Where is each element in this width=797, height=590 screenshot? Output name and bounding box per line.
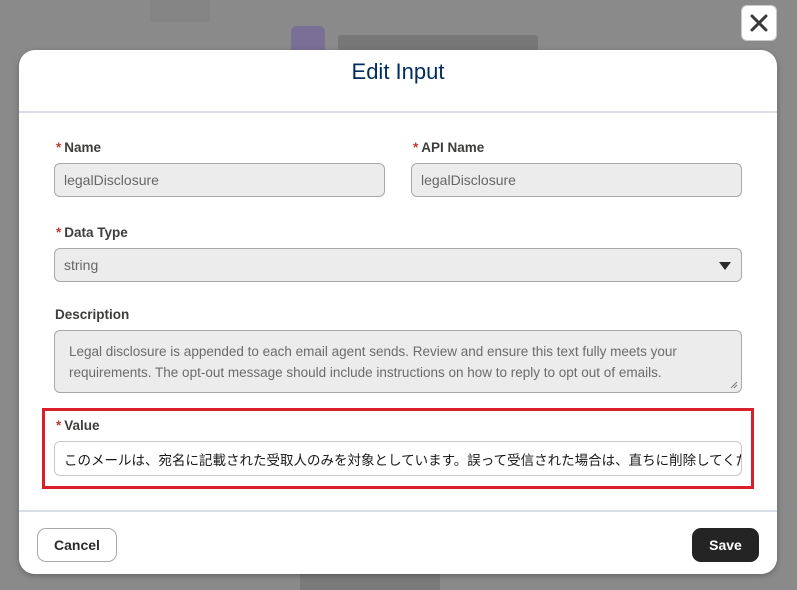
value-label: * Value: [56, 418, 100, 433]
name-input-value: legalDisclosure: [64, 172, 159, 188]
api-name-label-text: API Name: [421, 140, 485, 155]
name-input[interactable]: legalDisclosure: [54, 163, 385, 197]
save-button[interactable]: Save: [692, 528, 759, 562]
description-label-text: Description: [55, 307, 130, 322]
background-title: [338, 35, 538, 51]
data-type-label-text: Data Type: [64, 225, 128, 240]
api-name-label: * API Name: [413, 140, 484, 155]
data-type-select-value: string: [64, 257, 99, 273]
value-label-text: Value: [64, 418, 100, 433]
resize-handle-icon[interactable]: [730, 381, 738, 389]
required-marker: *: [56, 225, 62, 240]
data-type-select[interactable]: string: [54, 248, 742, 282]
required-marker: *: [413, 140, 419, 155]
background-tab: [150, 0, 210, 22]
modal-title: Edit Input: [351, 59, 445, 85]
background-footer: [300, 574, 440, 590]
data-type-label: * Data Type: [56, 225, 128, 240]
cancel-button[interactable]: Cancel: [37, 528, 117, 562]
modal-footer: Cancel Save: [19, 510, 777, 574]
api-name-input[interactable]: legalDisclosure: [411, 163, 742, 197]
value-input-text: このメールは、宛名に記載された受取人のみを対象としています。誤って受信された場合…: [64, 452, 742, 468]
edit-input-modal: Edit Input * Name legalDisclosure * API Na…: [19, 50, 777, 574]
value-input[interactable]: このメールは、宛名に記載された受取人のみを対象としています。誤って受信された場合…: [54, 441, 742, 476]
required-marker: *: [56, 418, 62, 433]
description-text: Legal disclosure is appended to each ema…: [69, 344, 677, 380]
chevron-down-icon: [719, 262, 731, 270]
description-textarea[interactable]: Legal disclosure is appended to each ema…: [54, 330, 742, 393]
required-marker: *: [56, 140, 62, 155]
api-name-input-value: legalDisclosure: [421, 172, 516, 188]
close-button[interactable]: [741, 5, 777, 41]
close-icon: [750, 14, 768, 32]
name-label-text: Name: [64, 140, 102, 155]
modal-header: Edit Input: [19, 50, 777, 113]
description-label: Description: [55, 307, 129, 322]
name-label: * Name: [56, 140, 101, 155]
